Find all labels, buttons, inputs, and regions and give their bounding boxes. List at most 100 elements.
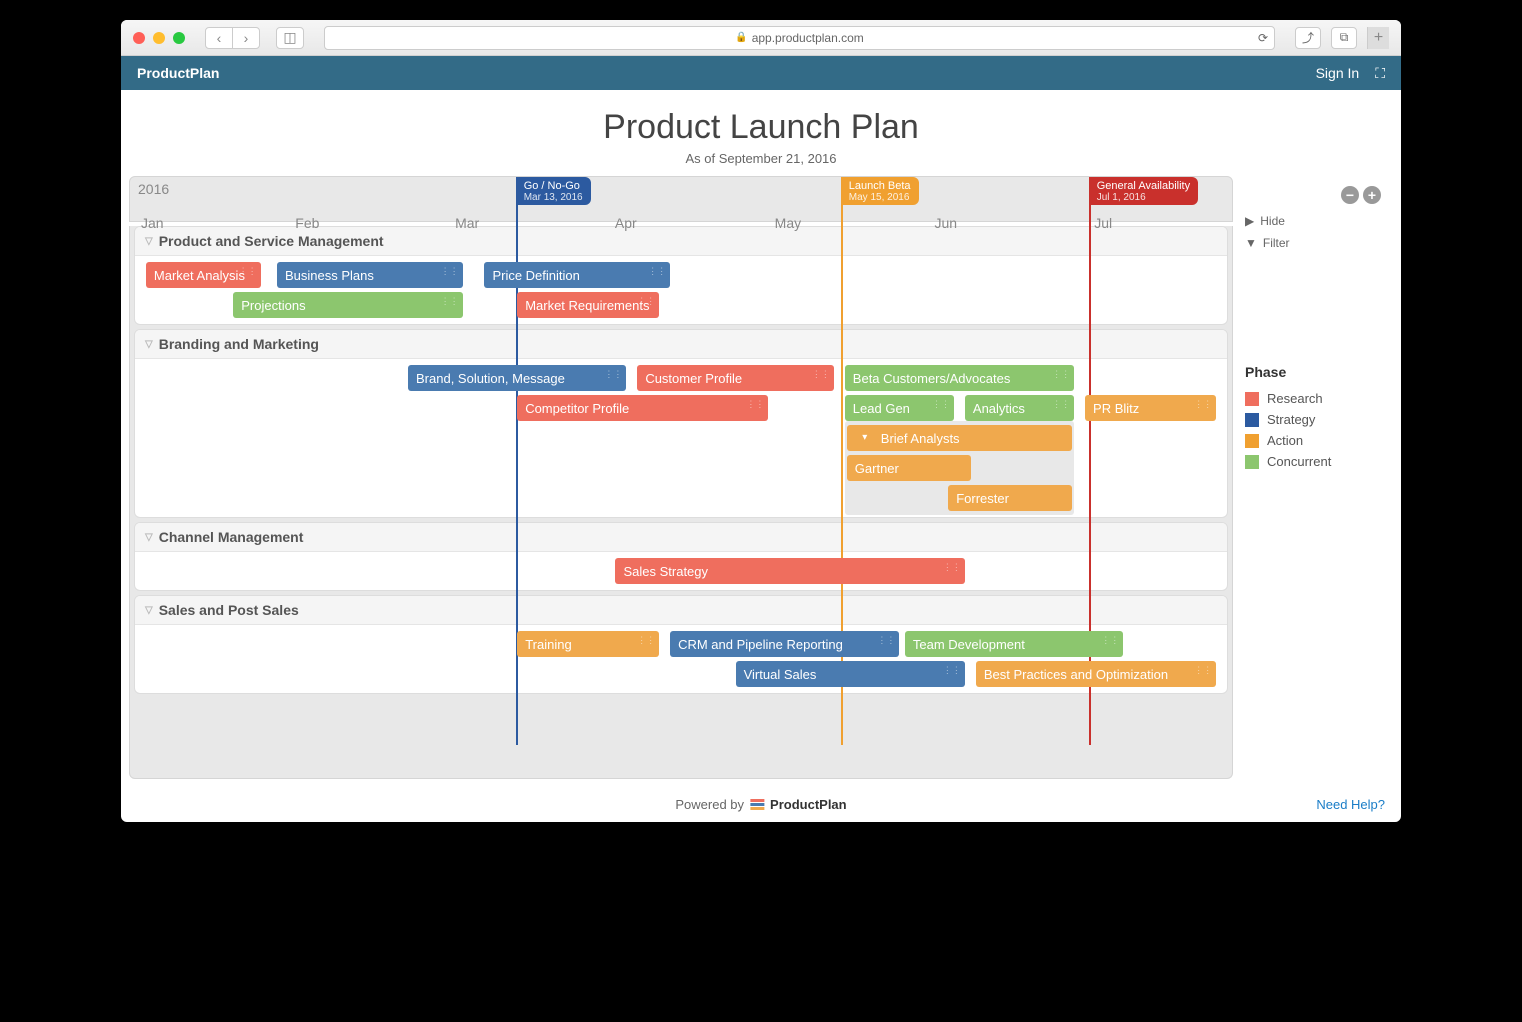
minimize-icon[interactable]	[153, 32, 165, 44]
lane: ▽Branding and MarketingBrand, Solution, …	[134, 329, 1228, 518]
browser-window: ‹ › ◫ 🔒 app.productplan.com ⟳ ⤴ ⧉ + Prod…	[121, 20, 1401, 822]
timeline-bar[interactable]: Business Plans⋮⋮	[277, 262, 463, 288]
lane-row: Sales Strategy⋮⋮	[135, 556, 1227, 586]
sidebar-toggle-icon[interactable]: ◫	[276, 27, 304, 49]
timeline-bar[interactable]: Brand, Solution, Message⋮⋮	[408, 365, 626, 391]
back-button[interactable]: ‹	[205, 27, 233, 49]
footer-brand[interactable]: ProductPlan	[770, 797, 847, 812]
forward-button[interactable]: ›	[232, 27, 260, 49]
timeline-bar[interactable]: Customer Profile⋮⋮	[637, 365, 834, 391]
timeline-bar[interactable]: Training⋮⋮	[517, 631, 659, 657]
chevron-right-icon: ▶	[1245, 214, 1254, 228]
url-text: app.productplan.com	[752, 31, 864, 45]
lane-row: Competitor Profile⋮⋮ Lead Gen⋮⋮ Analytics⋮…	[135, 393, 1227, 423]
legend-item[interactable]: Action	[1245, 430, 1381, 451]
milestone-marker[interactable]: General AvailabilityJul 1, 2016	[1089, 177, 1198, 205]
timeline-bar[interactable]: Team Development⋮⋮	[905, 631, 1123, 657]
legend-swatch	[1245, 455, 1259, 469]
tabs-icon[interactable]: ⧉	[1331, 27, 1357, 49]
timeline-bar[interactable]: Projections⋮⋮	[233, 292, 462, 318]
grip-icon: ⋮⋮	[1052, 399, 1070, 410]
timeline-bar[interactable]: Market Analysis⋮⋮	[146, 262, 261, 288]
lane: ▽Sales and Post Sales Training⋮⋮ CRM and P…	[134, 595, 1228, 694]
month-label: Feb	[295, 215, 319, 231]
zoom-out-button[interactable]: −	[1341, 186, 1359, 204]
filter-button[interactable]: ▼ Filter	[1245, 232, 1381, 254]
zoom-controls: − +	[1245, 186, 1381, 204]
lane-header[interactable]: ▽Product and Service Management	[135, 227, 1227, 256]
grip-icon: ⋮⋮	[637, 296, 655, 307]
chevron-down-icon: ▽	[145, 339, 153, 350]
legend-item[interactable]: Concurrent	[1245, 451, 1381, 472]
timeline-bar[interactable]: Beta Customers/Advocates⋮⋮	[845, 365, 1074, 391]
grip-icon: ⋮⋮	[746, 399, 764, 410]
month-label: Jan	[141, 215, 164, 231]
grip-icon: ⋮⋮	[1052, 369, 1070, 380]
grip-icon: ⋮⋮	[239, 266, 257, 277]
grip-icon: ⋮⋮	[877, 635, 895, 646]
zoom-in-button[interactable]: +	[1363, 186, 1381, 204]
sign-in-link[interactable]: Sign In	[1316, 65, 1360, 81]
close-icon[interactable]	[133, 32, 145, 44]
grip-icon: ⋮⋮	[1194, 665, 1212, 676]
lane-body: Brand, Solution, Message⋮⋮ Customer Profi…	[135, 359, 1227, 517]
timeline-bar[interactable]: Forrester	[948, 485, 1072, 511]
timeline-bar[interactable]: CRM and Pipeline Reporting⋮⋮	[670, 631, 899, 657]
lanes-container: ▽Product and Service Management Market An…	[129, 226, 1233, 779]
share-icon[interactable]: ⤴	[1295, 27, 1321, 49]
month-label: Jun	[934, 215, 957, 231]
need-help-link[interactable]: Need Help?	[1316, 797, 1385, 812]
lane-row: Market Analysis⋮⋮ Business Plans⋮⋮ Price D…	[135, 260, 1227, 290]
powered-by-label: Powered by	[675, 797, 744, 812]
milestone-marker[interactable]: Launch BetaMay 15, 2016	[841, 177, 919, 205]
timeline-bar[interactable]: Gartner	[847, 455, 971, 481]
reload-icon[interactable]: ⟳	[1258, 31, 1268, 45]
expand-icon[interactable]: ⛶	[1375, 65, 1385, 82]
month-label: Jul	[1094, 215, 1112, 231]
app-header: ProductPlan Sign In ⛶	[121, 56, 1401, 90]
page-title: Product Launch Plan	[121, 90, 1401, 151]
timeline-bar[interactable]: PR Blitz⋮⋮	[1085, 395, 1216, 421]
month-label: Apr	[615, 215, 637, 231]
milestone-marker[interactable]: Go / No-GoMar 13, 2016	[516, 177, 591, 205]
new-tab-button[interactable]: +	[1367, 27, 1389, 49]
legend-swatch	[1245, 413, 1259, 427]
grip-icon: ⋮⋮	[943, 562, 961, 573]
lane: ▽Channel Management Sales Strategy⋮⋮	[134, 522, 1228, 591]
grip-icon: ⋮⋮	[604, 369, 622, 380]
lock-icon: 🔒	[735, 32, 747, 43]
timeline-bar[interactable]: Sales Strategy⋮⋮	[615, 558, 964, 584]
timeline-bar[interactable]: Competitor Profile⋮⋮	[517, 395, 768, 421]
legend-swatch	[1245, 434, 1259, 448]
grip-icon: ⋮⋮	[932, 399, 950, 410]
timeline-bar[interactable]: Virtual Sales⋮⋮	[736, 661, 965, 687]
grip-icon: ⋮⋮	[1101, 635, 1119, 646]
timeline-bar[interactable]: Market Requirements⋮⋮	[517, 292, 659, 318]
timeline-area: 2016 JanFebMarAprMayJunJul Go / No-GoMar…	[129, 176, 1233, 779]
grip-icon: ⋮⋮	[648, 266, 666, 277]
lane-body: Sales Strategy⋮⋮	[135, 552, 1227, 590]
brand-label: ProductPlan	[137, 65, 219, 81]
timeline-bar[interactable]: Analytics⋮⋮	[965, 395, 1074, 421]
maximize-icon[interactable]	[173, 32, 185, 44]
chevron-down-icon: ▽	[145, 236, 153, 247]
timeline-bar[interactable]: Best Practices and Optimization⋮⋮	[976, 661, 1216, 687]
titlebar: ‹ › ◫ 🔒 app.productplan.com ⟳ ⤴ ⧉ +	[121, 20, 1401, 56]
month-label: May	[775, 215, 801, 231]
chevron-down-icon[interactable]: ▾	[855, 429, 875, 445]
bar-group[interactable]: Brief Analysts▾ Gartner Forrester	[845, 421, 1074, 515]
url-bar[interactable]: 🔒 app.productplan.com ⟳	[324, 26, 1275, 50]
chevron-down-icon: ▽	[145, 605, 153, 616]
lane-header[interactable]: ▽Sales and Post Sales	[135, 596, 1227, 625]
timeline-bar[interactable]: Brief Analysts	[847, 425, 1072, 451]
page-subtitle: As of September 21, 2016	[121, 151, 1401, 176]
lane-header[interactable]: ▽Channel Management	[135, 523, 1227, 552]
hide-button[interactable]: ▶ Hide	[1245, 210, 1381, 232]
legend-item[interactable]: Strategy	[1245, 409, 1381, 430]
legend-item[interactable]: Research	[1245, 388, 1381, 409]
grip-icon: ⋮⋮	[637, 635, 655, 646]
timeline-bar[interactable]: Price Definition⋮⋮	[484, 262, 670, 288]
timeline-bar[interactable]: Lead Gen⋮⋮	[845, 395, 954, 421]
lane-header[interactable]: ▽Branding and Marketing	[135, 330, 1227, 359]
grip-icon: ⋮⋮	[943, 665, 961, 676]
